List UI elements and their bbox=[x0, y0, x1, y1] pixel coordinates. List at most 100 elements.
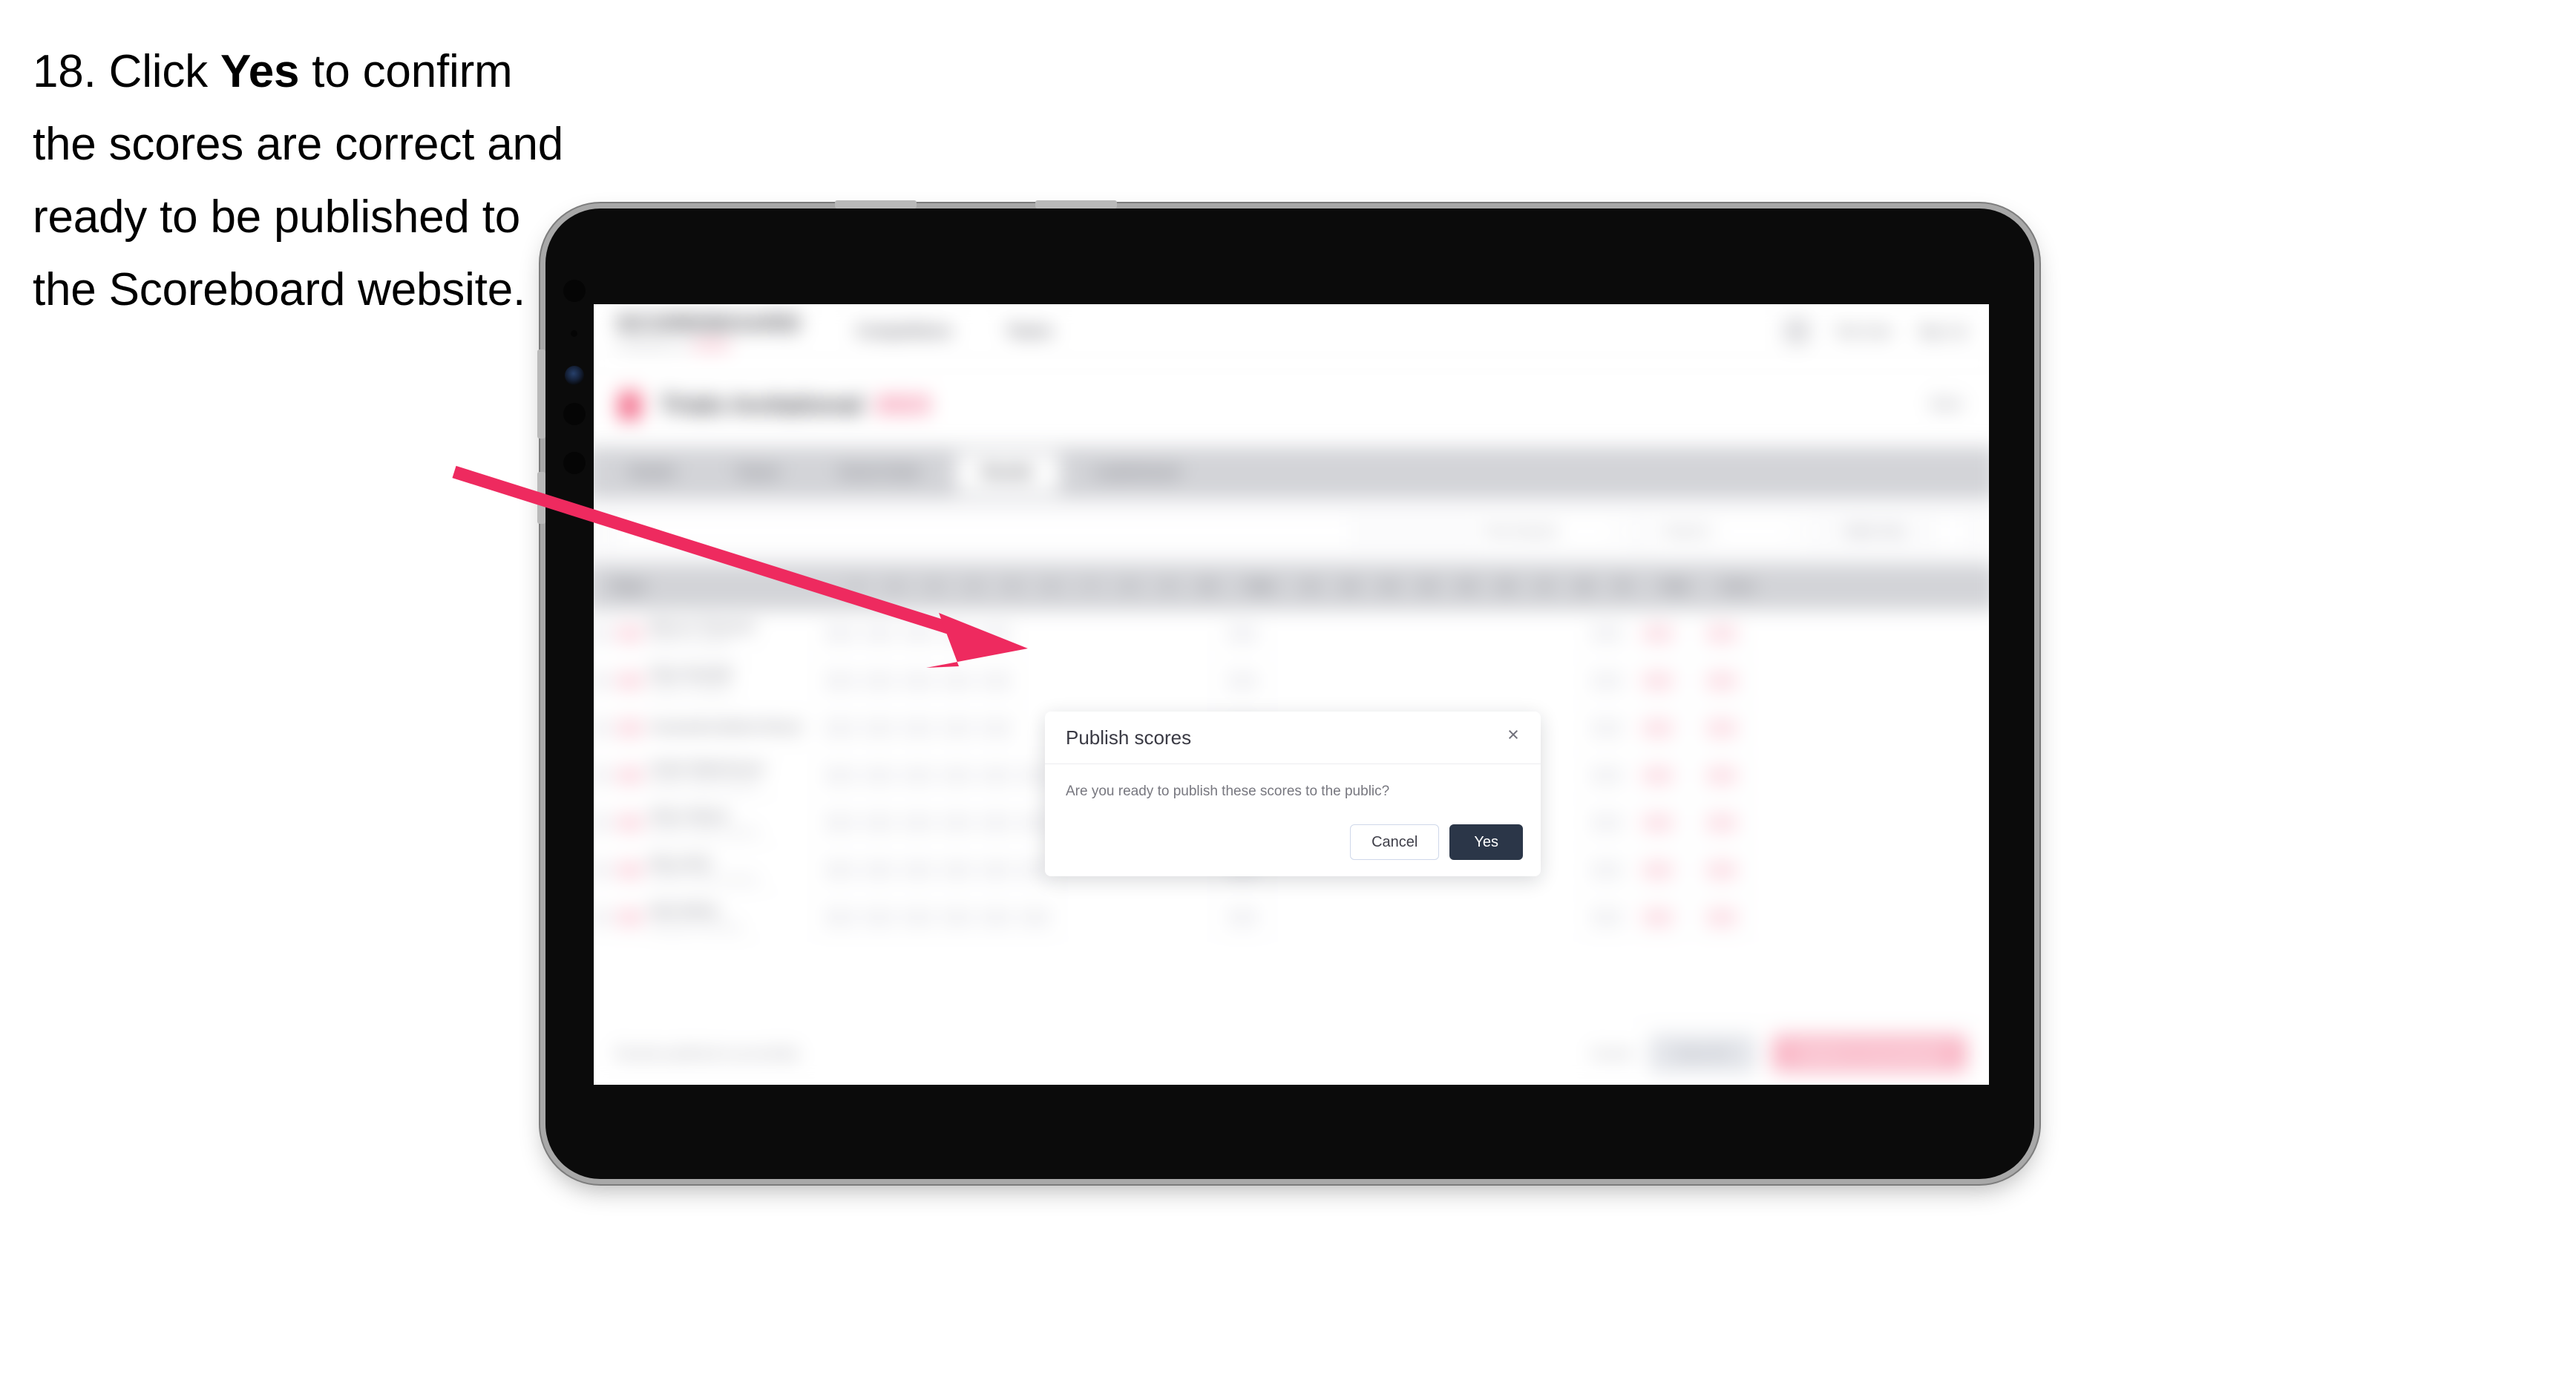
score-cell[interactable] bbox=[1094, 894, 1133, 941]
score-cell[interactable] bbox=[1548, 894, 1587, 941]
score-cell[interactable] bbox=[977, 799, 1016, 847]
score-cell[interactable] bbox=[820, 799, 860, 847]
score-cell[interactable] bbox=[1509, 894, 1549, 941]
score-cell[interactable] bbox=[859, 799, 899, 847]
score-cell[interactable] bbox=[1548, 657, 1587, 705]
score-cell[interactable] bbox=[937, 705, 977, 752]
score-cell[interactable] bbox=[1211, 657, 1275, 705]
score-cell[interactable] bbox=[1509, 657, 1549, 705]
score-cell[interactable] bbox=[1626, 752, 1691, 799]
score-cell[interactable] bbox=[1587, 799, 1627, 847]
score-cell[interactable] bbox=[1587, 894, 1627, 941]
score-cell[interactable] bbox=[1353, 610, 1392, 657]
score-cell[interactable] bbox=[859, 847, 899, 894]
score-cell[interactable] bbox=[899, 610, 938, 657]
score-cell[interactable] bbox=[820, 705, 860, 752]
score-cell[interactable] bbox=[1353, 894, 1392, 941]
score-cell[interactable] bbox=[1211, 610, 1275, 657]
score-cell[interactable] bbox=[1690, 705, 1754, 752]
score-cell[interactable] bbox=[1133, 894, 1173, 941]
score-cell[interactable] bbox=[977, 657, 1016, 705]
tab-leaderboard[interactable]: Leaderboard bbox=[1068, 453, 1205, 493]
score-cell[interactable] bbox=[977, 894, 1016, 941]
table-row[interactable]: Piper Randall Eastern Crusaders bbox=[594, 657, 1989, 706]
score-cell[interactable] bbox=[1548, 705, 1587, 752]
score-cell[interactable] bbox=[937, 799, 977, 847]
score-cell[interactable] bbox=[1587, 657, 1627, 705]
score-cell[interactable] bbox=[1626, 610, 1691, 657]
score-cell[interactable] bbox=[1626, 847, 1691, 894]
score-cell[interactable] bbox=[1548, 799, 1587, 847]
score-cell[interactable] bbox=[1314, 610, 1353, 657]
search-input[interactable] bbox=[615, 513, 1353, 550]
score-cell[interactable] bbox=[1626, 657, 1691, 705]
score-cell[interactable] bbox=[1133, 610, 1173, 657]
score-cell[interactable] bbox=[1587, 705, 1627, 752]
tab-results[interactable]: Results bbox=[956, 453, 1059, 493]
row-checkbox[interactable] bbox=[594, 910, 610, 925]
score-cell[interactable] bbox=[1548, 610, 1587, 657]
score-cell[interactable] bbox=[1470, 610, 1510, 657]
score-cell[interactable] bbox=[1172, 610, 1211, 657]
brand-logo[interactable]: SCOREBOARD POWERED BY SPORT bbox=[617, 311, 802, 351]
tab-details[interactable]: Details bbox=[603, 453, 701, 493]
score-cell[interactable] bbox=[1275, 610, 1314, 657]
close-icon[interactable]: × bbox=[1501, 722, 1526, 747]
score-cell[interactable] bbox=[937, 610, 977, 657]
settings-icon[interactable] bbox=[1934, 513, 1970, 550]
score-cell[interactable] bbox=[859, 705, 899, 752]
score-cell[interactable] bbox=[1055, 610, 1094, 657]
score-cell[interactable] bbox=[899, 847, 938, 894]
score-cell[interactable] bbox=[1431, 610, 1470, 657]
score-cell[interactable] bbox=[977, 752, 1016, 799]
nav-item-competitions[interactable]: Competitions bbox=[856, 323, 952, 340]
score-cell[interactable] bbox=[1587, 752, 1627, 799]
score-cell[interactable] bbox=[1275, 657, 1314, 705]
table-row[interactable]: Marcus Thomson Eastern Crusaders bbox=[594, 610, 1989, 658]
user-name[interactable]: Test User bbox=[1835, 323, 1892, 339]
score-cell[interactable] bbox=[899, 799, 938, 847]
row-checkbox[interactable] bbox=[594, 815, 610, 831]
score-cell[interactable] bbox=[820, 610, 860, 657]
score-cell[interactable] bbox=[1431, 894, 1470, 941]
sign-out-link[interactable]: Sign out bbox=[1918, 323, 1967, 339]
round-select[interactable]: Round 1 ▾ bbox=[1650, 513, 1815, 550]
score-cell[interactable] bbox=[1690, 657, 1754, 705]
score-cell[interactable] bbox=[1431, 657, 1470, 705]
score-cell[interactable] bbox=[859, 752, 899, 799]
score-cell[interactable] bbox=[1211, 894, 1275, 941]
table-only-toggle[interactable]: Table Only bbox=[1830, 514, 1918, 549]
cancel-button[interactable]: Cancel bbox=[1590, 1045, 1633, 1061]
score-cell[interactable] bbox=[820, 752, 860, 799]
score-cell[interactable] bbox=[1055, 657, 1094, 705]
score-cell[interactable] bbox=[899, 705, 938, 752]
score-cell[interactable] bbox=[859, 610, 899, 657]
session-select[interactable]: First Session ▾ bbox=[1469, 513, 1634, 550]
score-cell[interactable] bbox=[1470, 894, 1510, 941]
score-cell[interactable] bbox=[977, 847, 1016, 894]
score-cell[interactable] bbox=[1392, 657, 1432, 705]
score-cell[interactable] bbox=[1587, 847, 1627, 894]
score-cell[interactable] bbox=[1690, 752, 1754, 799]
score-cell[interactable] bbox=[820, 657, 860, 705]
score-cell[interactable] bbox=[1314, 894, 1353, 941]
table-row[interactable]: Nate Bailey Westside Community bbox=[594, 894, 1989, 942]
row-checkbox[interactable] bbox=[594, 673, 610, 689]
score-cell[interactable] bbox=[1548, 752, 1587, 799]
score-cell[interactable] bbox=[937, 894, 977, 941]
score-cell[interactable] bbox=[1587, 610, 1627, 657]
score-cell[interactable] bbox=[859, 657, 899, 705]
score-cell[interactable] bbox=[899, 894, 938, 941]
row-checkbox[interactable] bbox=[594, 862, 610, 878]
score-cell[interactable] bbox=[1314, 657, 1353, 705]
back-link[interactable]: Back bbox=[1931, 396, 1963, 413]
score-cell[interactable] bbox=[1548, 847, 1587, 894]
row-checkbox[interactable] bbox=[594, 625, 610, 642]
score-cell[interactable] bbox=[937, 752, 977, 799]
nav-item-teams[interactable]: Teams bbox=[1006, 323, 1053, 340]
score-cell[interactable] bbox=[1470, 657, 1510, 705]
score-cell[interactable] bbox=[1172, 657, 1211, 705]
score-cell[interactable] bbox=[1016, 610, 1055, 657]
score-cell[interactable] bbox=[937, 657, 977, 705]
avatar[interactable] bbox=[1783, 318, 1810, 344]
